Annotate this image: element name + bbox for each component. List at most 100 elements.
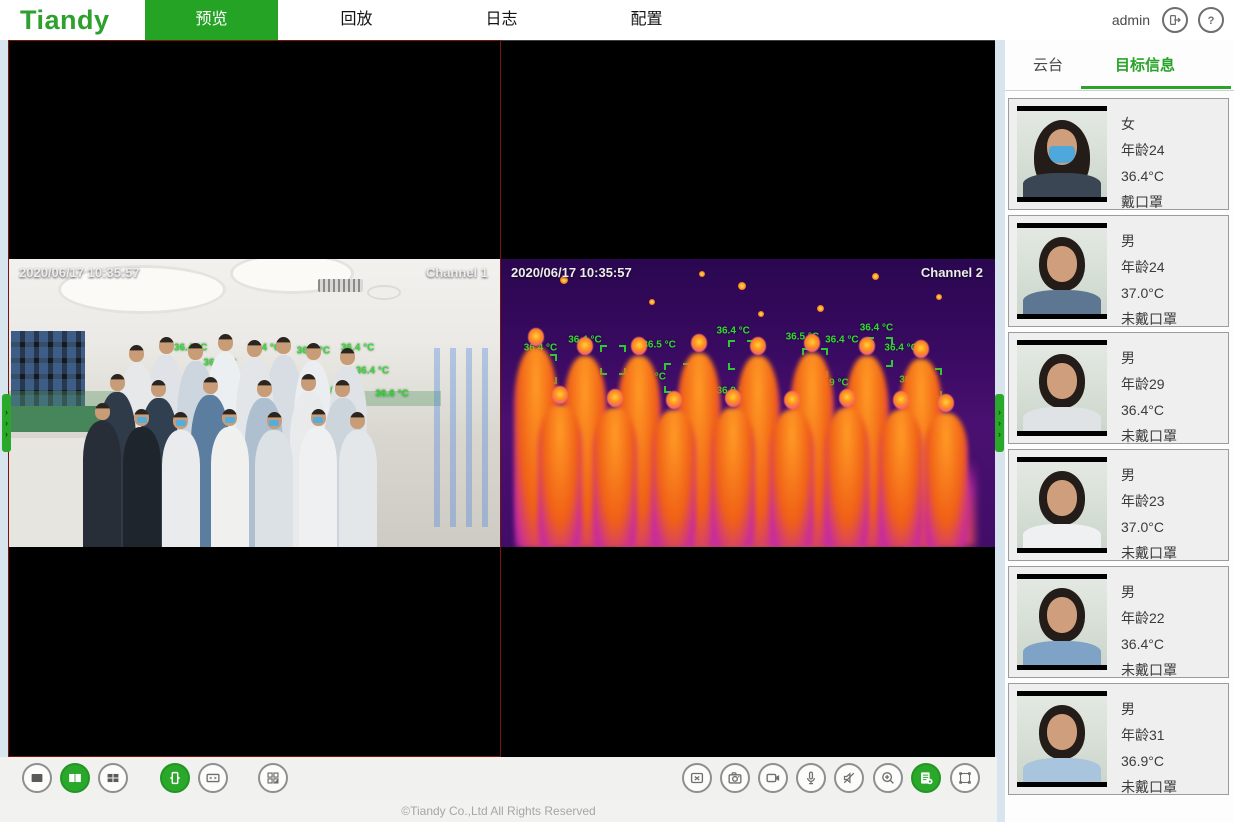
help-button[interactable]: ? [1198,7,1224,33]
target-mask: 未戴口罩 [1121,657,1177,683]
logout-icon [1167,12,1183,28]
digital-zoom-button[interactable] [873,763,903,793]
layout-single-button[interactable] [22,763,52,793]
collapse-handle-left[interactable]: ››› [2,394,11,452]
speaker-muted-icon [840,769,858,787]
thermal-person [651,391,697,547]
record-icon [764,769,782,787]
target-temp: 36.9°C [1121,748,1177,774]
target-info: 男 年龄29 36.4°C 未戴口罩 [1107,333,1177,443]
person [161,412,201,547]
hot-spot [699,271,705,277]
target-age: 年龄31 [1121,722,1177,748]
target-temp: 36.4°C [1121,163,1165,189]
target-info-toggle-button[interactable] [911,763,941,793]
channel-pattern-icon [264,769,282,787]
target-mask: 未戴口罩 [1121,306,1177,332]
snapshot-icon [726,769,744,787]
aspect-portrait-button[interactable] [160,763,190,793]
top-bar: Tiandy 预览 回放 日志 配置 admin ? [0,0,1234,40]
username-label: admin [1112,12,1150,28]
target-card[interactable]: 男 年龄31 36.9°C 未戴口罩 [1008,683,1229,795]
person [298,409,338,547]
close-stream-icon [688,769,706,787]
target-age: 年龄29 [1121,371,1177,397]
channel-pattern-button[interactable] [258,763,288,793]
aspect-stretch-button[interactable] [198,763,228,793]
brand-logo: Tiandy [20,5,110,36]
target-mask: 戴口罩 [1121,189,1165,215]
target-gender: 女 [1121,111,1165,137]
footer: ©Tiandy Co.,Ltd All Rights Reserved [0,800,997,822]
target-photo [1017,574,1107,670]
close-stream-button[interactable] [682,763,712,793]
target-info: 男 年龄24 37.0°C 未戴口罩 [1107,216,1177,326]
zoom-in-icon [879,769,897,787]
collapse-handle-right[interactable]: ››› [995,394,1004,452]
hot-spot [872,273,879,280]
sidebar-tab-ptz[interactable]: 云台 [1033,54,1063,75]
target-age: 年龄22 [1121,605,1177,631]
snapshot-button[interactable] [720,763,750,793]
thermal-person [878,391,924,547]
user-area: admin ? [1112,0,1234,40]
target-card[interactable]: 男 年龄29 36.4°C 未戴口罩 [1008,332,1229,444]
logout-button[interactable] [1162,7,1188,33]
main-nav: 预览 回放 日志 配置 [145,0,725,40]
thermal-person [923,394,969,547]
copyright-text: ©Tiandy Co.,Ltd All Rights Reserved [401,804,595,818]
thermal-person [824,389,870,547]
target-gender: 男 [1121,345,1177,371]
target-temp: 36.4°C [1121,397,1177,423]
target-photo [1017,223,1107,319]
target-temp: 36.4°C [1121,631,1177,657]
fullscreen-button[interactable] [950,763,980,793]
hot-spot [649,299,655,305]
hot-spot [758,311,764,317]
video-grid: 2020/06/17 10:35:57 Channel 1 36.4 °C36.… [8,40,995,757]
person [254,412,294,547]
target-mask: 未戴口罩 [1121,774,1177,800]
target-card[interactable]: 女 年龄24 36.4°C 戴口罩 [1008,98,1229,210]
timestamp-overlay: 2020/06/17 10:35:57 [19,265,140,280]
sidebar-tab-target-info[interactable]: 目标信息 [1115,54,1175,75]
video-pane-channel-1[interactable]: 2020/06/17 10:35:57 Channel 1 36.4 °C36.… [8,40,501,757]
sidebar-tabs: 云台 目标信息 [1005,40,1234,90]
thermal-person [769,391,815,547]
audio-mute-button[interactable] [834,763,864,793]
tab-log[interactable]: 日志 [435,0,568,40]
target-card[interactable]: 男 年龄22 36.4°C 未戴口罩 [1008,566,1229,678]
person [122,409,162,547]
target-photo [1017,691,1107,787]
layout-split-2-button[interactable] [60,763,90,793]
layout-single-icon [28,769,46,787]
person [210,409,250,547]
target-temp: 37.0°C [1121,514,1177,540]
tab-config[interactable]: 配置 [580,0,713,40]
hot-spot [738,282,746,290]
sidebar: 云台 目标信息 女 年龄24 36.4°C 戴口罩 男 年龄24 37 [1005,40,1234,822]
video-pane-channel-2[interactable]: 2020/06/17 10:35:57 Channel 2 36.4 °C36.… [501,40,995,757]
target-info: 男 年龄22 36.4°C 未戴口罩 [1107,567,1177,677]
tab-playback[interactable]: 回放 [290,0,423,40]
thermal-person [592,389,638,547]
target-card[interactable]: 男 年龄24 37.0°C 未戴口罩 [1008,215,1229,327]
thermal-person [537,386,583,547]
target-photo [1017,457,1107,553]
layout-split-4-button[interactable] [98,763,128,793]
thermal-person [710,389,756,547]
channel-1-video: 2020/06/17 10:35:57 Channel 1 36.4 °C36.… [9,259,500,547]
target-mask: 未戴口罩 [1121,540,1177,566]
talk-button[interactable] [796,763,826,793]
record-button[interactable] [758,763,788,793]
timestamp-overlay: 2020/06/17 10:35:57 [511,265,632,280]
hot-spot [936,294,942,300]
target-info: 男 年龄23 37.0°C 未戴口罩 [1107,450,1177,560]
target-photo [1017,340,1107,436]
app-window: Tiandy 预览 回放 日志 配置 admin ? [0,0,1234,822]
tab-preview[interactable]: 预览 [145,0,278,40]
target-mask: 未戴口罩 [1121,423,1177,449]
layout-split-4-icon [104,769,122,787]
target-card[interactable]: 男 年龄23 37.0°C 未戴口罩 [1008,449,1229,561]
aspect-stretch-icon [204,769,222,787]
